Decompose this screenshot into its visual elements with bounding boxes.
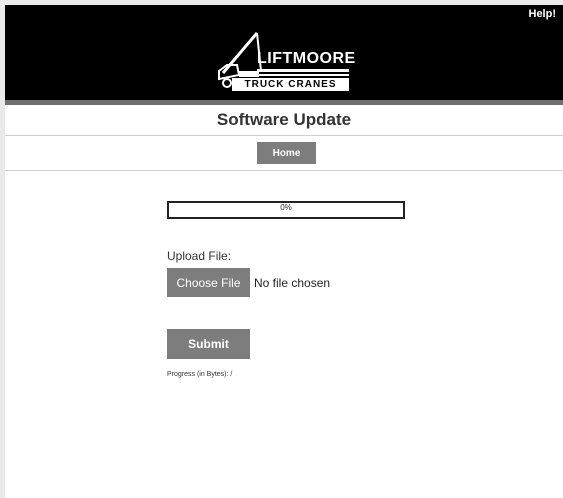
upload-progress-bar: 0% bbox=[167, 201, 405, 219]
nav-bar: Home bbox=[5, 136, 563, 171]
liftmoore-logo: LIFTMOORE TRUCK CRANES bbox=[215, 31, 355, 95]
upload-file-label: Upload File: bbox=[167, 249, 232, 263]
choose-file-button[interactable]: Choose File bbox=[167, 268, 250, 297]
page: Help! LIFTMOORE TRUCK CRANES Software Up… bbox=[5, 5, 563, 498]
bytes-progress-text: Progress (in Bytes): / bbox=[167, 371, 233, 378]
page-title: Software Update bbox=[5, 105, 563, 136]
logo-wordmark: LIFTMOORE bbox=[257, 50, 356, 67]
progress-percent: 0% bbox=[280, 203, 292, 212]
site-header: Help! LIFTMOORE TRUCK CRANES bbox=[5, 5, 563, 100]
file-status: No file chosen bbox=[254, 276, 331, 290]
home-button[interactable]: Home bbox=[257, 142, 316, 164]
logo-tagline: TRUCK CRANES bbox=[232, 78, 349, 91]
help-link[interactable]: Help! bbox=[529, 8, 557, 20]
submit-button[interactable]: Submit bbox=[167, 329, 250, 359]
